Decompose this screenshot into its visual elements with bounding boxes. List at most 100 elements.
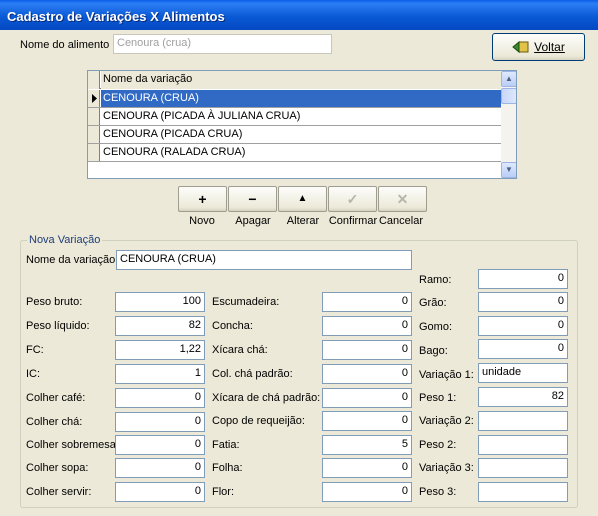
variacao-1-field[interactable]: unidade <box>478 363 568 383</box>
grid-cell: CENOURA (PICADA À JULIANA CRUA) <box>103 110 301 122</box>
fc-field[interactable]: 1,22 <box>115 340 205 360</box>
field-label: Ramo: <box>419 274 452 286</box>
grid-cell: CENOURA (RALADA CRUA) <box>103 146 246 158</box>
grid-indicator-header <box>88 71 100 89</box>
food-name-label: Nome do alimento : <box>20 39 116 51</box>
field-label: Colher chá: <box>26 416 83 428</box>
copo-requeijao-field[interactable]: 0 <box>322 411 412 431</box>
up-arrow-icon: ▲ <box>297 193 308 204</box>
grid-row[interactable]: CENOURA (PICADA À JULIANA CRUA) <box>88 108 501 126</box>
xicara-cha-padrao-field[interactable]: 0 <box>322 388 412 408</box>
variacao-3-field[interactable] <box>478 458 568 478</box>
field-label: Escumadeira: <box>212 296 280 308</box>
food-name-field[interactable]: Cenoura (crua) <box>113 34 332 54</box>
grid-header: Nome da variação <box>88 71 501 89</box>
new-label: Novo <box>189 215 215 227</box>
col-cha-padrao-field[interactable]: 0 <box>322 364 412 384</box>
colher-cafe-field[interactable]: 0 <box>115 388 205 408</box>
edit-button[interactable]: ▲ <box>278 186 327 212</box>
folha-field[interactable]: 0 <box>322 458 412 478</box>
window-title: Cadastro de Variações X Alimentos <box>0 0 598 30</box>
row-indicator <box>88 90 100 107</box>
field-label: IC: <box>26 368 41 380</box>
field-label: Colher café: <box>26 392 86 404</box>
row-pointer-icon <box>92 94 97 103</box>
gomo-field[interactable]: 0 <box>478 316 568 336</box>
variation-name-field[interactable]: CENOURA (CRUA) <box>116 250 412 270</box>
edit-label: Alterar <box>286 215 320 227</box>
grid-cell: CENOURA (CRUA) <box>101 90 501 107</box>
colher-cha-field[interactable]: 0 <box>115 412 205 432</box>
escumadeira-field[interactable]: 0 <box>322 292 412 312</box>
peso-bruto-field[interactable]: 100 <box>115 292 205 312</box>
field-label: Peso líquido: <box>26 320 90 332</box>
variations-grid[interactable]: Nome da variação CENOURA (CRUA) CENOURA … <box>87 70 517 179</box>
grid-column-header[interactable]: Nome da variação <box>101 71 501 89</box>
field-label: Concha: <box>212 320 253 332</box>
field-label: Col. chá padrão: <box>212 368 293 380</box>
colher-sopa-field[interactable]: 0 <box>115 458 205 478</box>
variacao-2-field[interactable] <box>478 411 568 431</box>
check-icon: ✓ <box>346 191 359 207</box>
field-label: Colher sopa: <box>26 462 89 474</box>
bago-field[interactable]: 0 <box>478 339 568 359</box>
fatia-field[interactable]: 5 <box>322 435 412 455</box>
row-indicator <box>88 126 100 143</box>
field-label: Folha: <box>212 462 243 474</box>
colher-servir-field[interactable]: 0 <box>115 482 205 502</box>
grid-row[interactable]: CENOURA (PICADA CRUA) <box>88 126 501 144</box>
field-label: Variação 1: <box>419 369 474 381</box>
x-icon: ✕ <box>396 191 409 207</box>
concha-field[interactable]: 0 <box>322 316 412 336</box>
field-label: Peso 3: <box>419 486 457 498</box>
row-indicator <box>88 108 100 125</box>
field-label: Copo de requeijão: <box>212 415 305 427</box>
peso-1-field[interactable]: 82 <box>478 387 568 407</box>
field-label: Gomo: <box>419 321 453 333</box>
group-title: Nova Variação <box>27 234 103 246</box>
scroll-thumb[interactable] <box>501 88 516 104</box>
field-label: Xícara de chá padrão: <box>212 392 321 404</box>
field-label: Grão: <box>419 297 447 309</box>
peso-liquido-field[interactable]: 82 <box>115 316 205 336</box>
grao-field[interactable]: 0 <box>478 292 568 312</box>
cancel-label: Cancelar <box>378 215 424 227</box>
colher-sobremesa-field[interactable]: 0 <box>115 435 205 455</box>
back-button-label: Voltar <box>534 40 565 54</box>
delete-button[interactable]: − <box>228 186 277 212</box>
grid-cell: CENOURA (PICADA CRUA) <box>103 128 243 140</box>
field-label: Bago: <box>419 345 448 357</box>
field-label: Xícara chá: <box>212 344 268 356</box>
field-label: Colher servir: <box>26 486 92 498</box>
flor-field[interactable]: 0 <box>322 482 412 502</box>
field-label: Peso 1: <box>419 392 457 404</box>
field-label: FC: <box>26 344 44 356</box>
scroll-up-icon[interactable]: ▲ <box>501 71 516 87</box>
back-button[interactable]: Voltar <box>492 33 585 61</box>
new-button[interactable]: + <box>178 186 227 212</box>
peso-3-field[interactable] <box>478 482 568 502</box>
confirm-label: Confirmar <box>328 215 378 227</box>
field-label: Fatia: <box>212 439 240 451</box>
plus-icon: + <box>198 191 207 207</box>
delete-label: Apagar <box>235 215 271 227</box>
cancel-button[interactable]: ✕ <box>378 186 427 212</box>
field-label: Peso bruto: <box>26 296 83 308</box>
row-indicator <box>88 144 100 161</box>
confirm-button[interactable]: ✓ <box>328 186 377 212</box>
xicara-cha-field[interactable]: 0 <box>322 340 412 360</box>
peso-2-field[interactable] <box>478 435 568 455</box>
variation-name-label: Nome da variação: <box>26 254 119 266</box>
ic-field[interactable]: 1 <box>115 364 205 384</box>
ramo-field[interactable]: 0 <box>478 269 568 289</box>
field-label: Flor: <box>212 486 234 498</box>
minus-icon: − <box>248 191 257 207</box>
scroll-down-icon[interactable]: ▼ <box>501 162 516 178</box>
grid-row[interactable]: CENOURA (CRUA) <box>88 90 501 108</box>
grid-row[interactable]: CENOURA (RALADA CRUA) <box>88 144 501 162</box>
field-label: Peso 2: <box>419 439 457 451</box>
back-arrow-icon <box>512 41 529 53</box>
field-label: Colher sobremesa: <box>26 439 119 451</box>
field-label: Variação 2: <box>419 415 474 427</box>
grid-scrollbar[interactable]: ▲ ▼ <box>501 71 516 178</box>
